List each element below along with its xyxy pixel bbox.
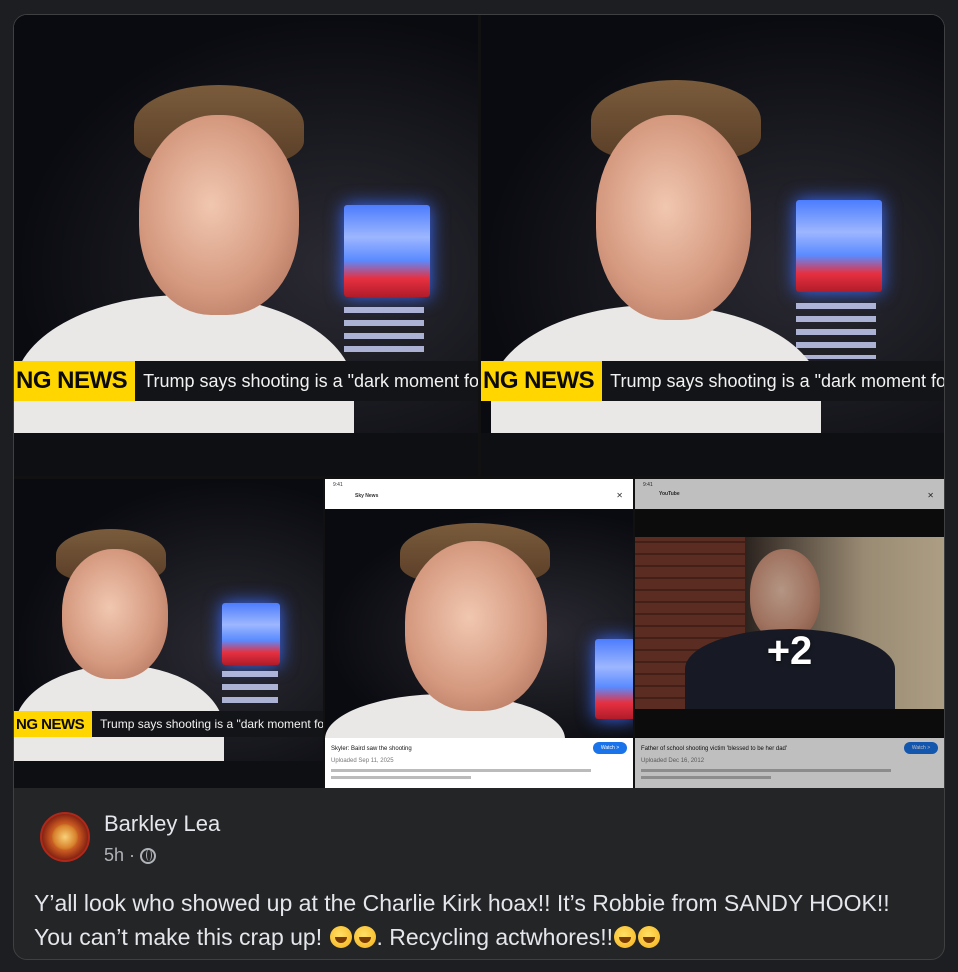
sign-lettering xyxy=(796,303,876,359)
avatar[interactable] xyxy=(40,812,90,862)
laughing-emoji-icon xyxy=(637,926,660,948)
sign-lettering xyxy=(344,307,424,357)
video-info: Skyler: Baird saw the shooting Uploaded … xyxy=(325,738,633,788)
photo-1[interactable]: NG NEWS Trump says shooting is a "dark m… xyxy=(14,15,478,476)
news-headline: Trump says shooting is a "dark moment fo… xyxy=(135,361,478,401)
news-headline: Trump says shooting is a "dark moment fo… xyxy=(92,711,323,737)
photo-5[interactable]: 9:41 YouTube ✕ Father of school shooting… xyxy=(635,479,944,788)
face xyxy=(596,115,751,320)
lit-sign xyxy=(222,603,280,665)
more-photos-count[interactable]: +2 xyxy=(635,629,944,674)
post-text-line-2: You can’t make this crap up! . Recycling… xyxy=(34,920,929,954)
post-time[interactable]: 5h xyxy=(104,845,124,866)
post-meta: 5h · xyxy=(104,845,157,866)
lit-sign xyxy=(344,205,430,297)
description-line xyxy=(331,769,591,772)
close-icon[interactable]: ✕ xyxy=(616,491,623,500)
description-line xyxy=(331,776,471,779)
news-lower-third: NG NEWS Trump says shooting is a "dark m… xyxy=(14,361,478,401)
post-text-segment: . Recycling actwhores!! xyxy=(376,924,613,950)
news-brand: NG NEWS xyxy=(14,361,136,401)
news-lower-third: NG NEWS Trump says shooting is a "dark m… xyxy=(481,361,944,401)
letterbox-band xyxy=(481,433,944,476)
upload-date: Uploaded Sep 11, 2025 xyxy=(331,758,394,764)
meta-separator: · xyxy=(129,845,136,865)
post-content: Barkley Lea 5h · Y’all look who showed u… xyxy=(14,788,944,959)
news-brand: NG NEWS xyxy=(14,711,93,737)
globe-icon[interactable] xyxy=(140,847,157,864)
photo-3[interactable]: NG NEWS Trump says shooting is a "dark m… xyxy=(14,479,323,788)
video-title: Skyler: Baird saw the shooting xyxy=(331,746,412,752)
post-card: NG NEWS Trump says shooting is a "dark m… xyxy=(13,14,945,960)
app-name: Sky News xyxy=(355,493,379,499)
photo-4[interactable]: 9:41 Sky News ✕ Skyler: Baird saw the sh… xyxy=(325,479,633,788)
face xyxy=(62,549,168,679)
laughing-emoji-icon xyxy=(613,926,636,948)
watch-button[interactable]: Watch > xyxy=(593,742,627,754)
face xyxy=(405,541,547,711)
post-text-line-1: Y’all look who showed up at the Charlie … xyxy=(34,890,890,916)
news-lower-third: NG NEWS Trump says shooting is a "dark m… xyxy=(14,711,323,737)
lit-sign xyxy=(595,639,633,719)
news-headline: Trump says shooting is a "dark moment fo… xyxy=(602,361,944,401)
lit-sign xyxy=(796,200,882,292)
sign-lettering xyxy=(222,671,278,709)
letterbox-band xyxy=(14,761,323,788)
photo-grid[interactable]: NG NEWS Trump says shooting is a "dark m… xyxy=(14,15,944,788)
laughing-emoji-icon xyxy=(329,926,352,948)
photo-2[interactable]: NG NEWS Trump says shooting is a "dark m… xyxy=(481,15,944,476)
post-text: Y’all look who showed up at the Charlie … xyxy=(34,886,929,954)
letterbox-band xyxy=(14,433,478,476)
phone-app-bar: 9:41 Sky News ✕ xyxy=(325,479,633,509)
news-brand: NG NEWS xyxy=(481,361,603,401)
post-text-segment: You can’t make this crap up! xyxy=(34,924,323,950)
face xyxy=(139,115,299,315)
laughing-emoji-icon xyxy=(353,926,376,948)
lion-logo-icon xyxy=(52,824,78,850)
author-name[interactable]: Barkley Lea xyxy=(104,811,220,837)
